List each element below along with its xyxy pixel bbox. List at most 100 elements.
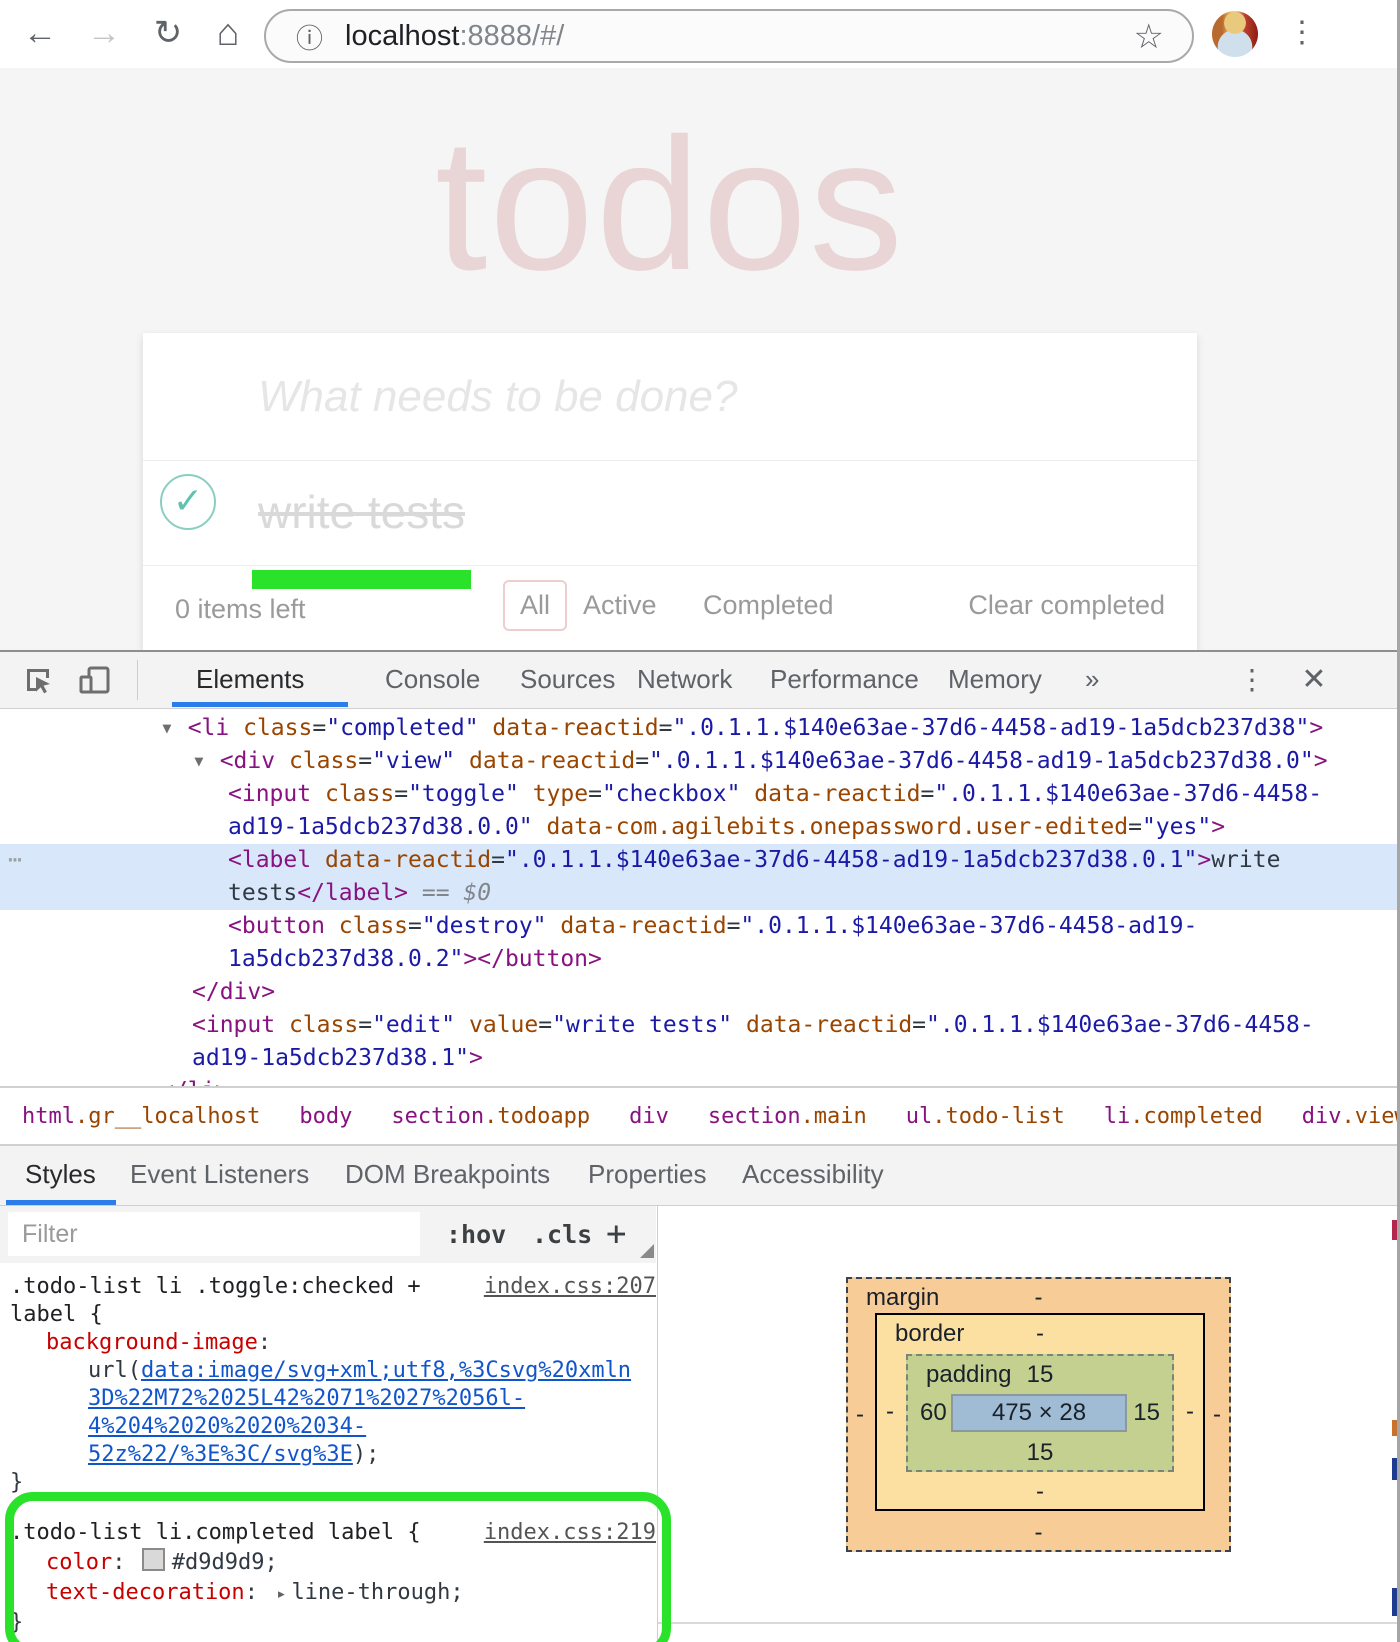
filter-active[interactable]: Active: [583, 590, 657, 621]
margin-bottom-value[interactable]: -: [1035, 1519, 1043, 1547]
code-token: value: [469, 1012, 538, 1038]
devtools-tab-memory[interactable]: Memory: [948, 652, 1042, 707]
css-rule-line[interactable]: label {: [0, 1300, 656, 1330]
breadcrumb-item-ul-todo-list[interactable]: ul.todo-list: [900, 1097, 1071, 1136]
devtools-tab-more[interactable]: »: [1085, 652, 1099, 707]
styles-filter-input[interactable]: [8, 1212, 420, 1256]
css-rule-line[interactable]: }: [0, 1608, 656, 1638]
new-todo-input[interactable]: [143, 333, 1197, 461]
border-top-value[interactable]: -: [1036, 1320, 1044, 1348]
breadcrumb-class: .view: [1341, 1104, 1400, 1129]
dom-tree-line[interactable]: tests</label> == $0: [0, 877, 1400, 910]
toggle-classes-button[interactable]: .cls: [532, 1206, 592, 1263]
breadcrumb-item-section-main[interactable]: section.main: [702, 1097, 873, 1136]
css-rule-line[interactable]: .todo-list li .toggle:checked +index.css…: [0, 1272, 656, 1302]
box-model-padding[interactable]: padding 15 60 15 15 475 × 28: [906, 1354, 1174, 1472]
resize-corner[interactable]: [640, 1244, 654, 1258]
breadcrumb-item-body[interactable]: body: [293, 1097, 358, 1136]
devtools-tab-sources[interactable]: Sources: [520, 652, 615, 707]
padding-bottom-value[interactable]: 15: [1027, 1439, 1054, 1467]
forward-icon[interactable]: →: [82, 0, 126, 66]
dom-tree-line[interactable]: </div>: [0, 976, 1400, 1009]
dom-tree-line[interactable]: ad19-1a5dcb237d38.1">: [0, 1042, 1400, 1075]
css-rule-line[interactable]: 3D%22M72%2025L42%2071%2027%2056l-: [0, 1384, 656, 1414]
devtools-close-icon[interactable]: ✕: [1292, 652, 1336, 707]
filter-completed[interactable]: Completed: [703, 590, 834, 621]
css-rule-line[interactable]: background-image:: [0, 1328, 656, 1358]
address-bar[interactable]: ⓘ localhost:8888/#/ ☆: [264, 9, 1194, 63]
sidebar-tab-dom-breakpoints[interactable]: DOM Breakpoints: [345, 1146, 550, 1202]
dom-tree-line[interactable]: ▾ <li class="completed" data-reactid=".0…: [0, 712, 1400, 745]
padding-top-value[interactable]: 15: [1027, 1361, 1054, 1389]
bookmark-star-icon[interactable]: ☆: [1134, 11, 1164, 61]
toggle-hover-state-button[interactable]: :hov: [446, 1206, 506, 1263]
margin-right-value[interactable]: -: [1213, 1401, 1221, 1429]
sidebar-tab-accessibility[interactable]: Accessibility: [742, 1146, 884, 1202]
reload-icon[interactable]: ↻: [146, 0, 190, 66]
box-model-margin[interactable]: margin - - - - border - - - - padding 15…: [846, 1277, 1231, 1552]
breadcrumb-item-html-gr-localhost[interactable]: html.gr__localhost: [16, 1097, 266, 1136]
css-rule-line[interactable]: }: [0, 1468, 656, 1498]
todo-footer: 0 items left All Active Completed Clear …: [143, 566, 1197, 650]
devtools-tab-console[interactable]: Console: [385, 652, 480, 707]
back-icon[interactable]: ←: [18, 0, 62, 66]
border-bottom-value[interactable]: -: [1036, 1478, 1044, 1506]
sidebar-tab-properties[interactable]: Properties: [588, 1146, 707, 1202]
dom-tree-line[interactable]: </li>: [0, 1075, 1400, 1086]
css-rule-line[interactable]: 4%204%2020%2020%2034-: [0, 1412, 656, 1442]
dom-tree-line[interactable]: ⋯<label data-reactid=".0.1.1.$140e63ae-3…: [0, 844, 1400, 877]
web-page: todos ✓ write tests 0 items left All Act…: [0, 68, 1400, 650]
devtools-tab-performance[interactable]: Performance: [770, 652, 919, 707]
browser-menu-icon[interactable]: ⋮: [1280, 0, 1324, 66]
margin-left-value[interactable]: -: [856, 1401, 864, 1429]
box-model-border[interactable]: border - - - - padding 15 60 15 15 475 ×…: [875, 1313, 1205, 1511]
dom-tree-line[interactable]: 1a5dcb237d38.0.2"></button>: [0, 943, 1400, 976]
css-rule-line[interactable]: .todo-list li.completed label {index.css…: [0, 1518, 656, 1548]
dom-tree-line[interactable]: <button class="destroy" data-reactid=".0…: [0, 910, 1400, 943]
dom-tree-line[interactable]: <input class="edit" value="write tests" …: [0, 1009, 1400, 1042]
inspect-element-icon[interactable]: [22, 664, 54, 696]
breadcrumb-item-section-todoapp[interactable]: section.todoapp: [385, 1097, 596, 1136]
code-token: [479, 715, 493, 741]
dom-tree-line[interactable]: ad19-1a5dcb237d38.0.0" data-com.agilebit…: [0, 811, 1400, 844]
sidebar-tab-styles[interactable]: Styles: [25, 1146, 96, 1202]
todo-item-label[interactable]: write tests: [258, 462, 465, 565]
box-model-content[interactable]: 475 × 28: [951, 1394, 1127, 1432]
code-token: 4%204%2020%2020%2034-: [88, 1414, 366, 1439]
todo-toggle-checkbox[interactable]: ✓: [160, 474, 216, 530]
breadcrumb-item-li-completed[interactable]: li.completed: [1098, 1097, 1269, 1136]
css-rule-line[interactable]: color: #d9d9d9;: [0, 1548, 656, 1578]
padding-left-value[interactable]: 60: [920, 1399, 947, 1427]
devtools-tab-elements[interactable]: Elements: [196, 652, 304, 707]
border-right-value[interactable]: -: [1186, 1398, 1194, 1426]
code-token: ".0.1.1.$140e63ae-37d6-4458-ad19-1a5dcb2…: [505, 847, 1197, 873]
selected-node-dots-icon[interactable]: ⋯: [8, 844, 24, 877]
clear-completed-button[interactable]: Clear completed: [968, 590, 1165, 621]
url-text[interactable]: localhost:8888/#/: [345, 20, 564, 53]
sidebar-tab-event-listeners[interactable]: Event Listeners: [130, 1146, 309, 1202]
css-rule-line[interactable]: 52z%22/%3E%3C/svg%3E);: [0, 1440, 656, 1470]
devtools-tab-network[interactable]: Network: [637, 652, 732, 707]
css-rule-line[interactable]: url(data:image/svg+xml;utf8,%3Csvg%20xml…: [0, 1356, 656, 1386]
toolbar-divider: [137, 660, 138, 700]
dom-tree-line[interactable]: ▾ <div class="view" data-reactid=".0.1.1…: [0, 745, 1400, 778]
dom-tree-line[interactable]: <input class="toggle" type="checkbox" da…: [0, 778, 1400, 811]
css-rule-line[interactable]: text-decoration: ▸line-through;: [0, 1578, 656, 1608]
new-style-rule-button[interactable]: +: [606, 1206, 626, 1263]
device-toolbar-icon[interactable]: [78, 664, 112, 696]
home-icon[interactable]: ⌂: [206, 0, 250, 66]
devtools-menu-icon[interactable]: ⋮: [1232, 652, 1272, 707]
todo-list-item[interactable]: ✓ write tests: [143, 462, 1197, 566]
site-info-icon[interactable]: ⓘ: [296, 17, 323, 56]
breadcrumb-item-div[interactable]: div: [623, 1097, 675, 1136]
padding-right-value[interactable]: 15: [1133, 1399, 1160, 1427]
border-left-value[interactable]: -: [886, 1398, 894, 1426]
code-token: background-image: [46, 1330, 258, 1355]
breadcrumb-item-div-view[interactable]: div.view: [1296, 1097, 1400, 1136]
filter-all[interactable]: All: [503, 580, 567, 631]
code-token: data-reactid: [325, 847, 491, 873]
stylesheet-link[interactable]: index.css:219: [484, 1518, 656, 1548]
profile-avatar[interactable]: [1212, 11, 1258, 57]
margin-top-value[interactable]: -: [1035, 1284, 1043, 1312]
stylesheet-link[interactable]: index.css:207: [484, 1272, 656, 1302]
